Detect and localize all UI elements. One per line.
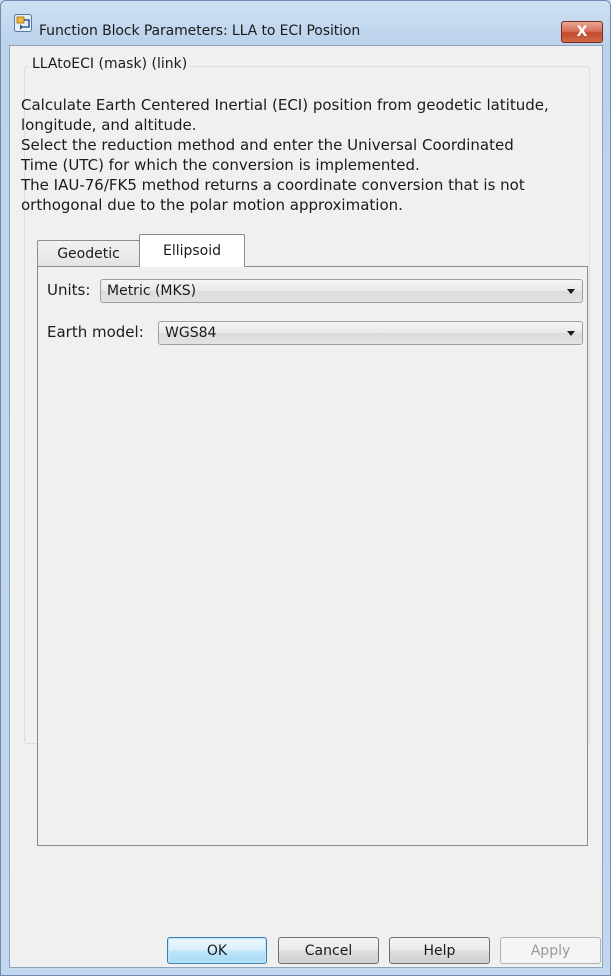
tab-strip: Geodetic Ellipsoid — [37, 233, 597, 267]
description-line: longitude, and altitude. — [21, 116, 197, 134]
simulink-block-icon — [14, 14, 32, 32]
mask-legend: LLAtoECI (mask) (link) — [29, 56, 191, 72]
earth-model-label: Earth model: — [47, 323, 144, 341]
close-icon: X — [576, 24, 588, 40]
description-line: Time (UTC) for which the conversion is i… — [21, 156, 420, 174]
description-line: The IAU-76/FK5 method returns a coordina… — [21, 176, 525, 194]
tab-geodetic[interactable]: Geodetic — [37, 240, 140, 267]
tab-ellipsoid[interactable]: Ellipsoid — [139, 234, 245, 267]
earth-model-value: WGS84 — [165, 325, 217, 341]
units-value: Metric (MKS) — [107, 283, 197, 299]
units-dropdown[interactable]: Metric (MKS) — [100, 279, 583, 303]
close-button[interactable]: X — [561, 21, 603, 43]
title-bar[interactable]: Function Block Parameters: LLA to ECI Po… — [1, 1, 610, 45]
description-line: orthogonal due to the polar motion appro… — [21, 196, 403, 214]
ellipsoid-tab-panel: Units: Metric (MKS) Earth model: WGS84 — [37, 266, 588, 846]
window-title: Function Block Parameters: LLA to ECI Po… — [39, 23, 361, 39]
units-label: Units: — [47, 281, 91, 299]
earth-model-dropdown[interactable]: WGS84 — [158, 321, 583, 345]
cancel-button[interactable]: Cancel — [278, 937, 379, 964]
description-line: Select the reduction method and enter th… — [21, 136, 514, 154]
chevron-down-icon — [567, 331, 575, 336]
mask-description: Calculate Earth Centered Inertial (ECI) … — [21, 95, 581, 215]
help-button[interactable]: Help — [389, 937, 490, 964]
description-line: Calculate Earth Centered Inertial (ECI) … — [21, 96, 549, 114]
dialog-window: Function Block Parameters: LLA to ECI Po… — [0, 0, 611, 976]
apply-button[interactable]: Apply — [500, 937, 601, 964]
ok-button[interactable]: OK — [167, 937, 267, 964]
chevron-down-icon — [567, 289, 575, 294]
dialog-client-area: LLAtoECI (mask) (link) Calculate Earth C… — [9, 45, 603, 968]
